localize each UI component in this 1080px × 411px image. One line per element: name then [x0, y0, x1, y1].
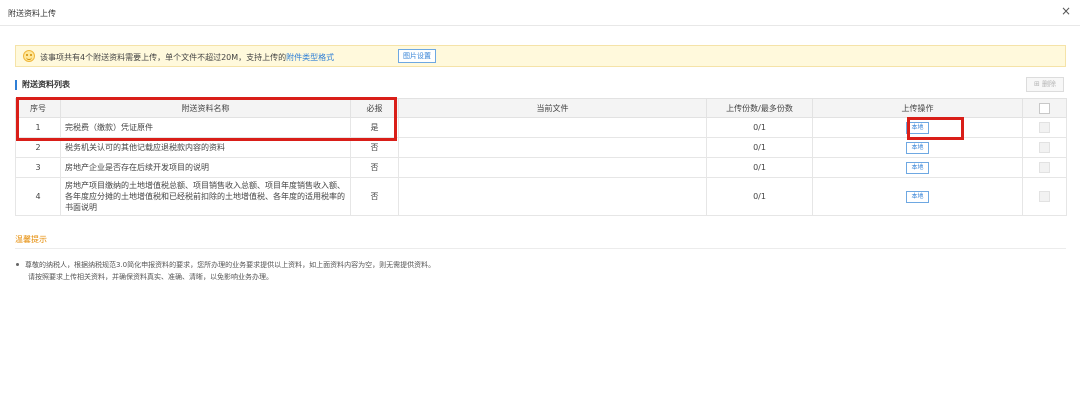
tips-text-1: 尊敬的纳税人，根据纳税规范3.0简化申报资料的要求，您所办理的业务要求提供以上资…	[25, 261, 436, 269]
header-count: 上传份数/最多份数	[706, 98, 813, 118]
row-select-cell	[1022, 157, 1067, 178]
header-action: 上传操作	[812, 98, 1023, 118]
row-no: 3	[15, 157, 61, 178]
row-current-file	[398, 137, 707, 158]
local-upload-button[interactable]: 本地	[906, 190, 929, 203]
table-row: 3 房地产企业是否存在后续开发项目的说明 否 0/1 本地	[15, 157, 1067, 178]
row-checkbox[interactable]	[1039, 191, 1050, 202]
table-row: 4 房地产项目缴纳的土地增值税总额、项目销售收入总额、项目年度销售收入额、各年度…	[15, 177, 1067, 216]
row-count: 0/1	[706, 117, 813, 138]
row-no: 1	[15, 117, 61, 138]
section-title: 附送资料列表	[15, 80, 70, 90]
delete-button[interactable]: ⊞ 删除	[1026, 77, 1064, 92]
header-current-file: 当前文件	[398, 98, 707, 118]
row-no: 2	[15, 137, 61, 158]
row-checkbox[interactable]	[1039, 122, 1050, 133]
row-select-cell	[1022, 177, 1067, 216]
row-count: 0/1	[706, 157, 813, 178]
row-current-file	[398, 177, 707, 216]
row-action-cell: 本地	[812, 177, 1023, 216]
row-action-cell: 本地	[812, 137, 1023, 158]
tips-divider	[15, 248, 1066, 249]
table-row: 2 税务机关认可的其他记载应退税款内容的资料 否 0/1 本地	[15, 137, 1067, 158]
row-checkbox[interactable]	[1039, 142, 1050, 153]
image-settings-button[interactable]: 图片设置	[398, 49, 436, 63]
row-action-cell: 本地	[812, 117, 1023, 138]
row-name: 完税费（缴款）凭证原件	[60, 117, 351, 138]
row-required: 否	[350, 177, 399, 216]
row-count: 0/1	[706, 137, 813, 158]
notice-message: 该事项共有4个附送资料需要上传，单个文件不超过20M，支持上传的	[40, 53, 287, 62]
smile-icon	[23, 50, 35, 62]
notice-banner: 该事项共有4个附送资料需要上传，单个文件不超过20M，支持上传的附件类型格式 图…	[15, 45, 1066, 67]
header-select-all	[1022, 98, 1067, 118]
bullet-icon	[16, 263, 19, 266]
row-count: 0/1	[706, 177, 813, 216]
local-upload-button[interactable]: 本地	[906, 161, 929, 174]
table-header-row: 序号 附送资料名称 必报 当前文件 上传份数/最多份数 上传操作	[15, 98, 1067, 118]
notice-text: 该事项共有4个附送资料需要上传，单个文件不超过20M，支持上传的附件类型格式	[40, 52, 334, 63]
tips-line-2: 请按照要求上传相关资料，并确保资料真实、准确、清晰，以免影响业务办理。	[28, 273, 273, 281]
local-upload-button[interactable]: 本地	[906, 121, 929, 134]
close-icon[interactable]: ×	[1060, 5, 1072, 17]
row-required: 否	[350, 157, 399, 178]
header-no: 序号	[15, 98, 61, 118]
row-current-file	[398, 157, 707, 178]
row-current-file	[398, 117, 707, 138]
table-row: 1 完税费（缴款）凭证原件 是 0/1 本地	[15, 117, 1067, 138]
row-no: 4	[15, 177, 61, 216]
row-name: 税务机关认可的其他记载应退税款内容的资料	[60, 137, 351, 158]
dialog-title: 附送资料上传	[8, 9, 56, 18]
row-required: 否	[350, 137, 399, 158]
row-select-cell	[1022, 137, 1067, 158]
dialog-titlebar: 附送资料上传 ×	[0, 0, 1080, 26]
tips-title: 温馨提示	[15, 235, 47, 244]
row-required: 是	[350, 117, 399, 138]
header-required: 必报	[350, 98, 399, 118]
row-name: 房地产项目缴纳的土地增值税总额、项目销售收入总额、项目年度销售收入额、各年度应分…	[60, 177, 351, 216]
tips-body: 尊敬的纳税人，根据纳税规范3.0简化申报资料的要求，您所办理的业务要求提供以上资…	[16, 259, 435, 283]
tips-line-1: 尊敬的纳税人，根据纳税规范3.0简化申报资料的要求，您所办理的业务要求提供以上资…	[16, 259, 435, 271]
local-upload-button[interactable]: 本地	[906, 141, 929, 154]
attachments-table: 序号 附送资料名称 必报 当前文件 上传份数/最多份数 上传操作 1 完税费（缴…	[15, 98, 1067, 216]
row-checkbox[interactable]	[1039, 162, 1050, 173]
row-action-cell: 本地	[812, 157, 1023, 178]
select-all-checkbox[interactable]	[1039, 102, 1050, 114]
header-name: 附送资料名称	[60, 98, 351, 118]
file-type-link[interactable]: 附件类型格式	[286, 53, 334, 62]
row-select-cell	[1022, 117, 1067, 138]
row-name: 房地产企业是否存在后续开发项目的说明	[60, 157, 351, 178]
